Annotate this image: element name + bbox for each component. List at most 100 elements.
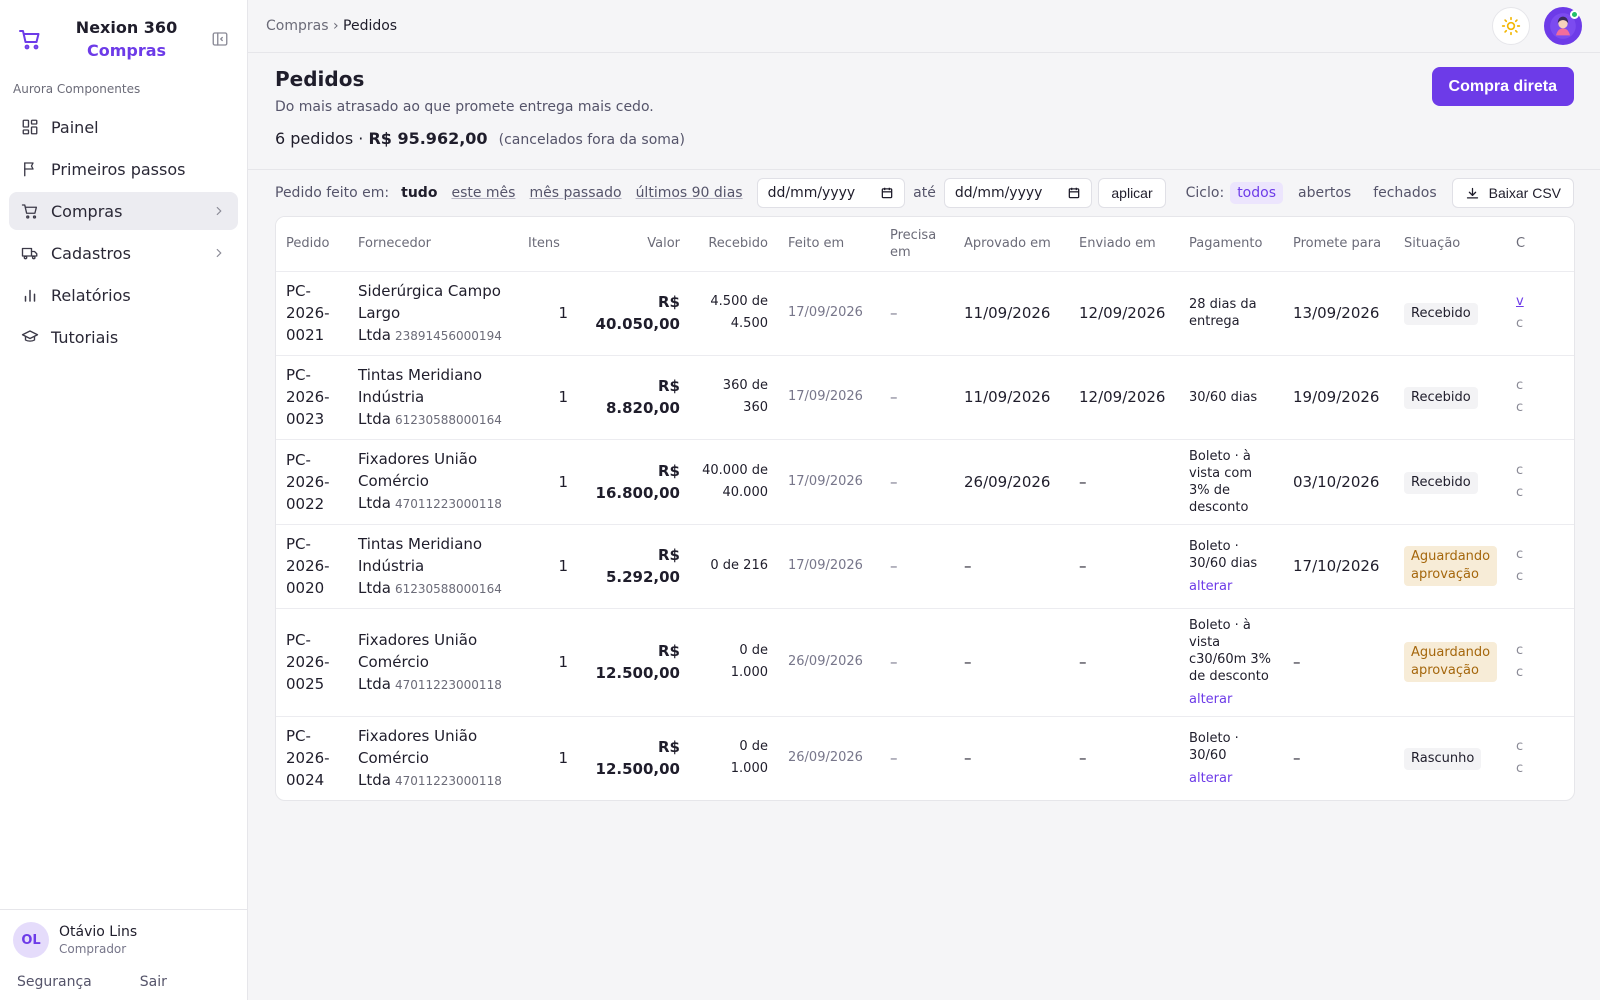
cell-precisa-em: – xyxy=(890,749,898,767)
col-header-promete-para[interactable]: Promete para xyxy=(1283,217,1394,272)
date-filter-este-mes[interactable]: este mês xyxy=(451,185,515,201)
order-id[interactable]: PC-2026-0020 xyxy=(286,535,330,597)
breadcrumb-parent[interactable]: Compras xyxy=(266,18,329,34)
sidebar-item-cadastros[interactable]: Cadastros xyxy=(9,234,238,272)
order-id[interactable]: PC-2026-0024 xyxy=(286,727,330,789)
change-payment-link[interactable]: alterar xyxy=(1189,578,1273,595)
sidebar-item-painel[interactable]: Painel xyxy=(9,108,238,146)
cell-feito-em: 17/09/2026 xyxy=(778,271,880,356)
col-header-itens[interactable]: Itens xyxy=(518,217,578,272)
col-header-aprovado-em[interactable]: Aprovado em xyxy=(954,217,1069,272)
supplier-cnpj: 61230588000164 xyxy=(394,581,502,596)
table-row[interactable]: PC-2026-0021 Siderúrgica Campo Largo Ltd… xyxy=(276,271,1574,356)
payment-terms: 28 dias da entrega xyxy=(1189,297,1257,329)
cell-pedido[interactable]: PC-2026-0021 xyxy=(276,271,348,356)
col-header-fornecedor[interactable]: Fornecedor xyxy=(348,217,518,272)
cell-precisa-em: – xyxy=(880,271,954,356)
table-row[interactable]: PC-2026-0023 Tintas Meridiano Indústria … xyxy=(276,355,1574,440)
apply-filter-button[interactable]: aplicar xyxy=(1098,178,1166,208)
date-filter-ultimos-90-dias[interactable]: últimos 90 dias xyxy=(636,185,743,201)
cell-situacao: Recebido xyxy=(1394,439,1506,525)
cell-pagamento: Boleto · 30/60 alterar xyxy=(1179,716,1283,800)
change-payment-link[interactable]: alterar xyxy=(1189,691,1273,708)
cell-pedido[interactable]: PC-2026-0022 xyxy=(276,439,348,525)
cell-pedido[interactable]: PC-2026-0023 xyxy=(276,355,348,440)
date-from-placeholder: dd/mm/yyyy xyxy=(767,185,856,201)
compra-direta-button[interactable]: Compra direta xyxy=(1431,67,1574,106)
cell-enviado-em: – xyxy=(1069,608,1179,717)
avatar[interactable]: OL xyxy=(13,922,49,958)
col-header-pagamento[interactable]: Pagamento xyxy=(1179,217,1283,272)
order-id[interactable]: PC-2026-0021 xyxy=(286,282,330,344)
date-filter-tudo[interactable]: tudo xyxy=(401,185,437,201)
cell-promete-para: 17/10/2026 xyxy=(1283,524,1394,609)
cell-extra: vc xyxy=(1506,271,1574,356)
sidebar-item-relatorios[interactable]: Relatórios xyxy=(9,276,238,314)
calendar-icon[interactable] xyxy=(880,186,894,200)
extra-line-2[interactable]: c xyxy=(1516,316,1523,331)
cell-pedido[interactable]: PC-2026-0024 xyxy=(276,716,348,800)
supplier-cnpj: 47011223000118 xyxy=(394,497,502,511)
extra-line-1[interactable]: c xyxy=(1516,547,1523,562)
user-panel: OL Otávio Lins Comprador Segurança Sair xyxy=(0,909,247,1000)
col-header-feito-em[interactable]: Feito em xyxy=(778,217,880,272)
chevron-right-icon xyxy=(216,248,222,258)
col-header-enviado-em[interactable]: Enviado em xyxy=(1069,217,1179,272)
table-row[interactable]: PC-2026-0022 Fixadores União Comércio Lt… xyxy=(276,439,1574,525)
col-header-pedido[interactable]: Pedido xyxy=(276,217,348,272)
date-to-input[interactable]: dd/mm/yyyy xyxy=(943,178,1093,208)
extra-line-2[interactable]: c xyxy=(1516,569,1523,584)
extra-line-2[interactable]: c xyxy=(1516,485,1523,500)
cycle-filter-fechados[interactable]: fechados xyxy=(1366,182,1443,204)
order-id[interactable]: PC-2026-0023 xyxy=(286,366,330,428)
cell-extra: cc xyxy=(1506,355,1574,440)
extra-line-1[interactable]: c xyxy=(1516,463,1523,478)
date-from-input[interactable]: dd/mm/yyyy xyxy=(756,178,906,208)
table-row[interactable]: PC-2026-0024 Fixadores União Comércio Lt… xyxy=(276,716,1574,800)
table-row[interactable]: PC-2026-0025 Fixadores União Comércio Lt… xyxy=(276,608,1574,717)
cell-enviado-em: 12/09/2026 xyxy=(1069,271,1179,356)
cell-feito-em: 17/09/2026 xyxy=(778,524,880,609)
cell-pedido[interactable]: PC-2026-0020 xyxy=(276,524,348,609)
order-id[interactable]: PC-2026-0025 xyxy=(286,631,330,693)
date-filter-mes-passado[interactable]: mês passado xyxy=(529,185,621,201)
extra-line-2[interactable]: c xyxy=(1516,761,1523,776)
cell-pagamento: Boleto · à vista com 3% de desconto xyxy=(1179,439,1283,525)
user-avatar-button[interactable] xyxy=(1544,7,1582,45)
extra-line-1[interactable]: v xyxy=(1516,294,1524,309)
col-header-valor[interactable]: Valor xyxy=(578,217,690,272)
cell-pedido[interactable]: PC-2026-0025 xyxy=(276,608,348,717)
order-id[interactable]: PC-2026-0022 xyxy=(286,451,330,513)
cart-icon[interactable] xyxy=(18,27,42,51)
calendar-icon[interactable] xyxy=(1067,186,1081,200)
col-header-precisa-em[interactable]: Precisa em xyxy=(880,217,954,272)
sidebar-item-compras[interactable]: Compras xyxy=(9,192,238,230)
status-badge: Recebido xyxy=(1404,387,1478,409)
security-link[interactable]: Segurança xyxy=(17,974,92,990)
change-payment-link[interactable]: alterar xyxy=(1189,770,1273,787)
sidebar-nav: Painel Primeiros passos Compras Cadastro… xyxy=(0,104,247,364)
cycle-filter-todos[interactable]: todos xyxy=(1230,182,1283,204)
col-header-recebido[interactable]: Recebido xyxy=(690,217,778,272)
payment-terms: Boleto · à vista c30/60m 3% de desconto xyxy=(1189,617,1272,684)
cell-itens: 1 xyxy=(518,608,578,717)
extra-line-1[interactable]: c xyxy=(1516,643,1523,658)
extra-line-2[interactable]: c xyxy=(1516,665,1523,680)
date-to-placeholder: dd/mm/yyyy xyxy=(954,185,1043,201)
extra-line-1[interactable]: c xyxy=(1516,739,1523,754)
extra-line-2[interactable]: c xyxy=(1516,400,1523,415)
sidebar-item-tutoriais[interactable]: Tutoriais xyxy=(9,318,238,356)
cell-itens: 1 xyxy=(518,271,578,356)
logout-link[interactable]: Sair xyxy=(140,974,167,990)
supplier-cnpj: 23891456000194 xyxy=(394,328,502,343)
sidebar-collapse-icon[interactable] xyxy=(211,30,229,48)
theme-toggle-button[interactable] xyxy=(1492,7,1530,45)
table-row[interactable]: PC-2026-0020 Tintas Meridiano Indústria … xyxy=(276,524,1574,609)
sidebar-item-primeiros-passos[interactable]: Primeiros passos xyxy=(9,150,238,188)
col-header-situacao[interactable]: Situação xyxy=(1394,217,1506,272)
col-header-extra[interactable]: C xyxy=(1506,217,1574,272)
extra-line-1[interactable]: c xyxy=(1516,378,1523,393)
cycle-filter-abertos[interactable]: abertos xyxy=(1291,182,1358,204)
user-links: Segurança Sair xyxy=(13,958,234,990)
download-csv-button[interactable]: Baixar CSV xyxy=(1451,178,1574,208)
